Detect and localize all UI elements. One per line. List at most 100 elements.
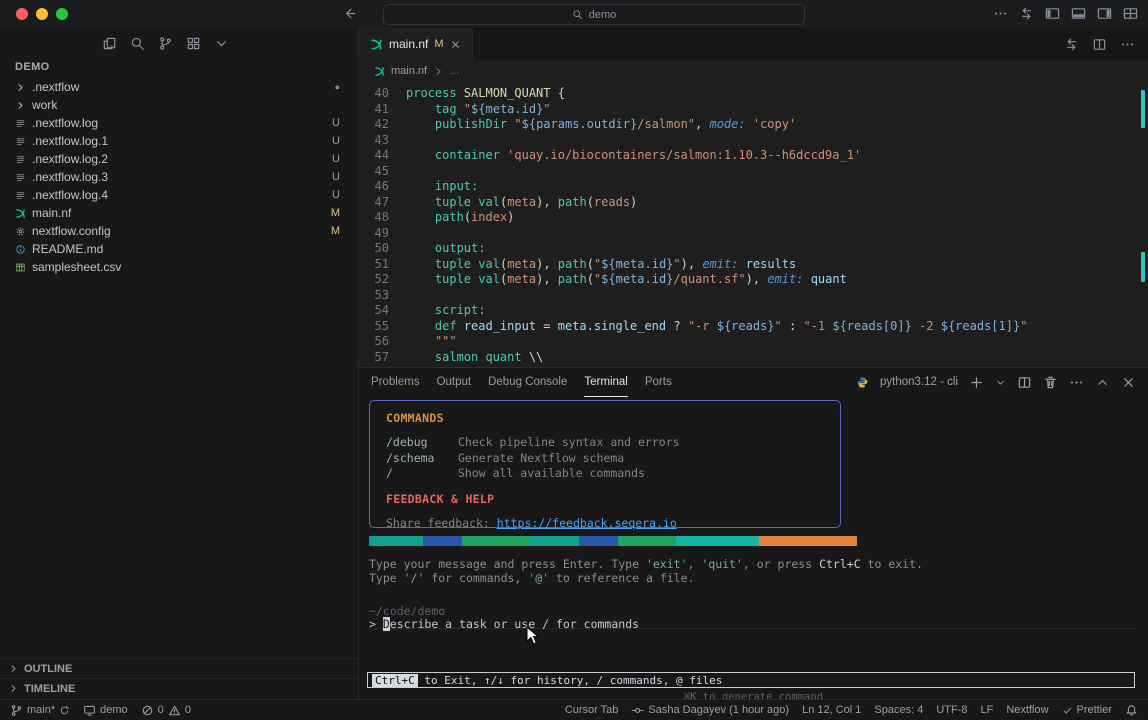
blame-text: Sasha Dagayev (1 hour ago): [648, 704, 789, 716]
line-number: 42: [359, 117, 406, 133]
language-indicator[interactable]: Nextflow: [1006, 704, 1048, 716]
minimize-window-button[interactable]: [36, 8, 48, 20]
formatter-label: Prettier: [1077, 704, 1112, 716]
git-branch-indicator[interactable]: main*: [10, 704, 70, 717]
toggle-secondary-sidebar-icon[interactable]: [1097, 6, 1112, 21]
split-terminal-icon[interactable]: [1017, 375, 1032, 390]
problems-indicator[interactable]: 0 0: [141, 704, 191, 717]
kill-terminal-icon[interactable]: [1043, 375, 1058, 390]
formatter-indicator[interactable]: Prettier: [1062, 704, 1112, 716]
file-row-.nextflow.log.1[interactable]: .nextflow.log.1U: [0, 132, 358, 150]
outline-section[interactable]: OUTLINE: [0, 658, 358, 678]
toggle-panel-icon[interactable]: [1071, 6, 1086, 21]
line-number: 57: [359, 350, 406, 366]
search-icon[interactable]: [130, 36, 145, 51]
file-row-.nextflow.log.2[interactable]: .nextflow.log.2U: [0, 150, 358, 168]
terminal-input[interactable]: > Describe a task or use / for commands: [369, 617, 639, 631]
progress-segment: [423, 536, 462, 546]
chevron-down-icon[interactable]: [214, 36, 229, 51]
code-line: 48 path(index): [359, 210, 1148, 226]
file-name: nextflow.config: [32, 224, 111, 238]
file-name: main.nf: [32, 206, 71, 220]
run-compare-icon[interactable]: [1064, 37, 1079, 52]
line-number: 54: [359, 303, 406, 319]
file-row-work[interactable]: work: [0, 96, 358, 114]
line-number: 51: [359, 257, 406, 273]
customize-layout-icon[interactable]: [1123, 6, 1138, 21]
position-label: Ln 12, Col 1: [802, 704, 861, 716]
panel-tab-debug-console[interactable]: Debug Console: [488, 368, 567, 397]
close-tab-icon[interactable]: [450, 39, 461, 50]
hint-key: Ctrl+C: [372, 674, 418, 687]
breadcrumb: main.nf ...: [359, 60, 1148, 82]
git-blame-indicator[interactable]: Sasha Dagayev (1 hour ago): [631, 704, 789, 717]
terminal-session-label[interactable]: python3.12 - cli: [880, 376, 958, 388]
progress-segment: [618, 536, 677, 546]
eol-indicator[interactable]: LF: [981, 704, 994, 716]
chevron-down-icon[interactable]: [995, 377, 1006, 388]
more-actions-icon[interactable]: [1120, 37, 1135, 52]
new-terminal-icon[interactable]: [969, 375, 984, 390]
code-text: """: [406, 334, 457, 350]
extensions-icon[interactable]: [186, 36, 201, 51]
line-number: 52: [359, 272, 406, 288]
code-text: container 'quay.io/biocontainers/salmon:…: [406, 148, 861, 164]
panel-tab-terminal[interactable]: Terminal: [584, 368, 627, 397]
timeline-section[interactable]: TIMELINE: [0, 678, 358, 698]
command-center-search[interactable]: demo: [383, 4, 805, 25]
file-row-.nextflow.log[interactable]: .nextflow.logU: [0, 114, 358, 132]
file-row-nextflow.config[interactable]: nextflow.configM: [0, 222, 358, 240]
code-editor[interactable]: 40process SALMON_QUANT {41 tag "${meta.i…: [359, 82, 1148, 367]
code-line: 41 tag "${meta.id}": [359, 102, 1148, 118]
files-icon[interactable]: [102, 36, 117, 51]
cursor-tab-indicator[interactable]: Cursor Tab: [565, 704, 619, 716]
close-panel-icon[interactable]: [1121, 375, 1136, 390]
cursor-position-indicator[interactable]: Ln 12, Col 1: [802, 704, 861, 716]
code-line: 53: [359, 288, 1148, 304]
file-row-main.nf[interactable]: main.nfM: [0, 204, 358, 222]
project-indicator[interactable]: demo: [83, 704, 128, 717]
code-line: 42 publishDir "${params.outdir}/salmon",…: [359, 117, 1148, 133]
line-number: 40: [359, 86, 406, 102]
notifications-indicator[interactable]: [1125, 704, 1138, 717]
code-line: 56 """: [359, 334, 1148, 350]
command-row: /debugCheck pipeline syntax and errors: [386, 435, 824, 451]
file-row-.nextflow.log.3[interactable]: .nextflow.log.3U: [0, 168, 358, 186]
file-row-.nextflow[interactable]: .nextflow●: [0, 78, 358, 96]
file-name: .nextflow.log.3: [32, 170, 108, 184]
file-row-README.md[interactable]: README.md: [0, 240, 358, 258]
zoom-window-button[interactable]: [56, 8, 68, 20]
progress-bar: [369, 536, 857, 546]
command-row: /schemaGenerate Nextflow schema: [386, 451, 824, 467]
project-section-title[interactable]: DEMO: [0, 53, 358, 78]
file-row-.nextflow.log.4[interactable]: .nextflow.log.4U: [0, 186, 358, 204]
toggle-sidebar-icon[interactable]: [1045, 6, 1060, 21]
chevron-right-icon: [15, 100, 26, 111]
more-actions-icon[interactable]: [1069, 375, 1084, 390]
encoding-indicator[interactable]: UTF-8: [936, 704, 967, 716]
terminal-body[interactable]: COMMANDS /debugCheck pipeline syntax and…: [359, 396, 1148, 700]
git-status-badge: U: [332, 153, 340, 165]
progress-segment: [759, 536, 857, 546]
tab-main-nf[interactable]: main.nf M: [359, 28, 473, 60]
breadcrumb-file[interactable]: main.nf: [391, 65, 427, 77]
swap-panes-icon[interactable]: [1019, 6, 1034, 21]
indentation-indicator[interactable]: Spaces: 4: [874, 704, 923, 716]
commands-header: COMMANDS: [386, 411, 824, 425]
more-icon[interactable]: [993, 6, 1008, 21]
source-control-icon[interactable]: [158, 36, 173, 51]
language-label: Nextflow: [1006, 704, 1048, 716]
maximize-panel-icon[interactable]: [1095, 375, 1110, 390]
panel-tab-output[interactable]: Output: [437, 368, 472, 397]
back-icon[interactable]: [342, 6, 357, 21]
close-window-button[interactable]: [16, 8, 28, 20]
code-line: 57 salmon quant \\: [359, 350, 1148, 366]
feedback-link[interactable]: https://feedback.seqera.io: [497, 516, 677, 530]
split-editor-icon[interactable]: [1092, 37, 1107, 52]
chevron-right-icon: [15, 82, 26, 93]
panel-tab-ports[interactable]: Ports: [645, 368, 672, 397]
breadcrumb-symbol[interactable]: ...: [450, 65, 459, 77]
panel-tab-problems[interactable]: Problems: [371, 368, 420, 397]
code-line: 43: [359, 133, 1148, 149]
file-row-samplesheet.csv[interactable]: samplesheet.csv: [0, 258, 358, 276]
